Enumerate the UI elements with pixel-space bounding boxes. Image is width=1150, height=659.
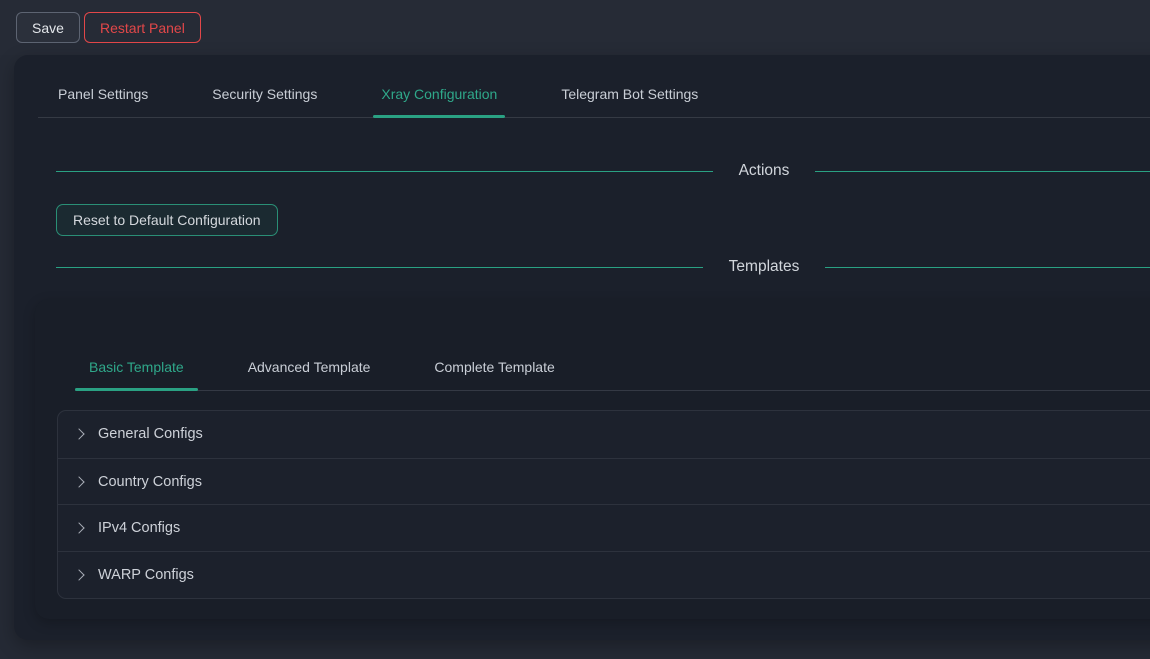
active-template-tab-underline [75,388,198,391]
templates-card: Basic Template Advanced Template Complet… [35,299,1150,619]
collapse-label: WARP Configs [98,567,194,583]
chevron-right-icon [73,569,84,580]
collapse-country-configs[interactable]: Country Configs [58,458,1150,505]
tab-advanced-template[interactable]: Advanced Template [234,343,385,390]
settings-tab-bar: Panel Settings Security Settings Xray Co… [38,71,1150,118]
tab-complete-template[interactable]: Complete Template [420,343,568,390]
tab-xray-configuration-label: Xray Configuration [381,86,497,102]
actions-divider: Actions [56,156,1150,186]
collapse-label: IPv4 Configs [98,520,180,536]
tab-basic-template-label: Basic Template [89,359,184,375]
config-collapse-group: General Configs Country Configs IPv4 Con… [57,410,1150,599]
chevron-right-icon [73,476,84,487]
templates-divider-title: Templates [703,258,826,276]
collapse-warp-configs[interactable]: WARP Configs [58,551,1150,598]
reset-to-default-button[interactable]: Reset to Default Configuration [56,204,278,236]
chevron-right-icon [73,429,84,440]
restart-panel-button[interactable]: Restart Panel [84,12,201,43]
settings-card: Panel Settings Security Settings Xray Co… [14,55,1150,640]
collapse-general-configs[interactable]: General Configs [58,411,1150,458]
active-tab-underline [373,115,505,118]
tab-telegram-bot-settings[interactable]: Telegram Bot Settings [561,71,698,117]
tab-xray-configuration[interactable]: Xray Configuration [381,71,497,117]
templates-divider: Templates [56,252,1150,282]
actions-divider-title: Actions [713,162,816,180]
collapse-ipv4-configs[interactable]: IPv4 Configs [58,504,1150,551]
tab-security-settings[interactable]: Security Settings [212,71,317,117]
chevron-right-icon [73,523,84,534]
top-toolbar: Save Restart Panel [0,0,1150,55]
collapse-label: General Configs [98,426,203,442]
tab-panel-settings[interactable]: Panel Settings [58,71,148,117]
template-tab-bar: Basic Template Advanced Template Complet… [75,343,1150,391]
save-button[interactable]: Save [16,12,80,43]
collapse-label: Country Configs [98,474,202,490]
tab-basic-template[interactable]: Basic Template [75,343,198,390]
